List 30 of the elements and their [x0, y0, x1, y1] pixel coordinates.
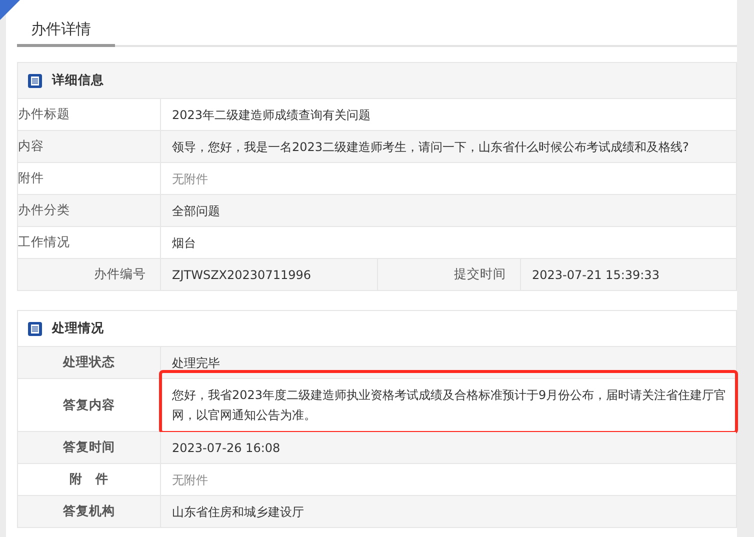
document-icon	[28, 322, 42, 336]
field-value: 领导，您好，我是一名2023二级建造师考生，请问一下，山东省什么时候公布考试成绩和及格线?	[171, 138, 690, 156]
field-label: 办件标题	[18, 99, 161, 130]
field-label: 附件	[18, 163, 161, 194]
field-value: 处理完毕	[171, 354, 221, 372]
field-label: 工作情况	[18, 227, 161, 258]
field-label: 内容	[18, 131, 161, 162]
field-value: 烟台	[171, 234, 197, 252]
page-title: 办件详情	[17, 20, 115, 47]
field-label: 答复时间	[18, 432, 161, 463]
field-value: 全部问题	[171, 202, 221, 220]
field-value: ZJTWSZX20230711996	[161, 259, 378, 290]
field-label: 答复内容	[18, 379, 161, 431]
field-label: 附 件	[18, 464, 161, 495]
field-value: 2023-07-21 15:39:33	[531, 266, 660, 284]
corner-triangle-icon	[0, 0, 20, 20]
field-label: 办件编号	[18, 259, 161, 290]
field-value: 2023年二级建造师成绩查询有关问题	[171, 106, 372, 124]
field-label: 提交时间	[378, 259, 521, 290]
panel-title: 详细信息	[52, 72, 104, 89]
field-label: 办件分类	[18, 195, 161, 226]
field-label: 处理状态	[18, 347, 161, 378]
field-value: 您好，我省2023年度二级建造师执业资格考试成绩及合格标准预计于9月份公布，届时请关注省住建厅官网，以官网通知公告为准。	[171, 387, 728, 424]
field-label: 答复机构	[18, 496, 161, 527]
field-value: 山东省住房和城乡建设厅	[171, 504, 305, 520]
field-value: 无附件	[171, 170, 209, 188]
field-value: 2023-07-26 16:08	[171, 440, 282, 456]
document-icon	[28, 74, 42, 88]
field-value: 无附件	[171, 472, 209, 488]
panel-title: 处理情况	[52, 320, 104, 337]
